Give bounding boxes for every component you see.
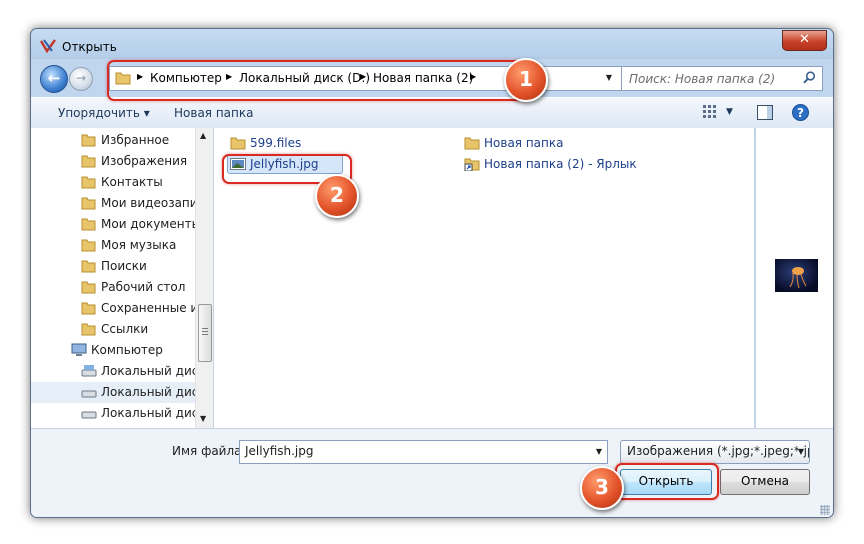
filetype-dropdown-icon[interactable]: ▼ — [797, 447, 804, 456]
back-button[interactable]: ← — [40, 65, 68, 93]
organize-button[interactable]: Упорядочить ▾ — [58, 106, 150, 120]
nav-item-favorites[interactable]: Избранное — [31, 130, 199, 151]
nav-item-pictures[interactable]: Изображения — [31, 151, 199, 172]
resize-grip[interactable] — [820, 505, 830, 515]
nav-item-desktop[interactable]: Рабочий стол — [31, 277, 199, 298]
scroll-down-icon[interactable]: ▼ — [200, 414, 206, 423]
nav-item-links[interactable]: Ссылки — [31, 319, 199, 340]
search-box[interactable]: Поиск: Новая папка (2) — [621, 66, 823, 91]
filename-dropdown-icon[interactable]: ▼ — [596, 447, 602, 456]
nav-item-drive-c[interactable]: Локальный диск (C:) — [31, 361, 199, 382]
music-folder-icon — [81, 239, 96, 252]
view-grid-icon[interactable] — [703, 105, 717, 119]
nav-item-drive-e[interactable]: Локальный диск (E:) — [31, 403, 199, 424]
drive-icon — [81, 365, 97, 377]
help-icon[interactable]: ? — [792, 104, 809, 121]
navigation-pane: Избранное Изображения Контакты Мои видео… — [31, 128, 211, 428]
nav-scrollbar[interactable]: ▲ ▼ — [195, 128, 213, 428]
step-badge-3: 3 — [580, 466, 624, 510]
filename-label: Имя файла: — [172, 444, 246, 458]
nav-item-videos[interactable]: Мои видеозаписи — [31, 193, 199, 214]
filetype-select[interactable]: Изображения (*.jpg;*.jpeg;*.jpg ▼ — [620, 440, 810, 464]
window-title: Открыть — [62, 40, 117, 54]
open-file-dialog: Открыть ✕ ← → ▶ Компьютер ▶ Локальный ди… — [30, 28, 834, 518]
app-icon — [40, 39, 56, 53]
favorites-folder-icon — [81, 134, 96, 147]
nav-item-computer[interactable]: Компьютер — [31, 340, 199, 361]
drive-icon — [81, 411, 97, 419]
nav-item-searches[interactable]: Поиски — [31, 256, 199, 277]
title-bar[interactable]: Открыть ✕ — [31, 29, 833, 59]
documents-folder-icon — [81, 218, 96, 231]
saved-games-folder-icon — [81, 302, 96, 315]
step-badge-1: 1 — [504, 58, 548, 102]
svg-text:?: ? — [797, 106, 804, 120]
drive-icon — [81, 390, 97, 398]
search-input[interactable]: Поиск: Новая папка (2) — [629, 72, 775, 86]
address-dropdown-icon[interactable]: ▼ — [606, 73, 612, 82]
filename-input[interactable]: Jellyfish.jpg — [245, 444, 314, 458]
desktop-folder-icon — [81, 281, 96, 294]
searches-folder-icon — [81, 260, 96, 273]
nav-item-drive-d[interactable]: Локальный диск (D:) — [31, 382, 199, 403]
shortcut-icon — [464, 158, 480, 171]
command-toolbar: Упорядочить ▾ Новая папка ▼ ? — [31, 97, 833, 129]
scrollbar-thumb[interactable] — [198, 304, 212, 362]
links-folder-icon — [81, 323, 96, 336]
view-dropdown-icon[interactable]: ▼ — [726, 107, 733, 117]
videos-folder-icon — [81, 197, 96, 210]
scroll-up-icon[interactable]: ▲ — [200, 131, 206, 140]
forward-button[interactable]: → — [69, 67, 93, 91]
jellyfish-thumbnail — [775, 259, 818, 292]
step-badge-2: 2 — [315, 174, 359, 218]
filename-combobox[interactable]: Jellyfish.jpg ▼ — [239, 440, 608, 464]
computer-icon — [71, 343, 87, 356]
search-icon[interactable] — [803, 71, 816, 84]
contacts-folder-icon — [81, 176, 96, 189]
preview-pane-icon[interactable] — [757, 105, 773, 120]
filetype-value: Изображения (*.jpg;*.jpeg;*.jpg — [627, 444, 810, 458]
new-folder-button[interactable]: Новая папка — [174, 106, 253, 120]
nav-item-saved-games[interactable]: Сохраненные игры — [31, 298, 199, 319]
cancel-button[interactable]: Отмена — [720, 469, 810, 495]
close-button[interactable]: ✕ — [782, 30, 827, 51]
file-item-new-folder-2-shortcut[interactable]: Новая папка (2) - Ярлык — [462, 155, 662, 173]
folder-icon — [464, 137, 480, 150]
address-highlight — [107, 60, 531, 101]
nav-item-documents[interactable]: Мои документы — [31, 214, 199, 235]
file-item-new-folder[interactable]: Новая папка — [462, 134, 602, 152]
nav-item-contacts[interactable]: Контакты — [31, 172, 199, 193]
folder-icon — [230, 137, 246, 150]
nav-item-music[interactable]: Моя музыка — [31, 235, 199, 256]
pictures-folder-icon — [81, 155, 96, 168]
file-item-599-files[interactable]: 599.files — [228, 134, 328, 152]
open-button-highlight — [615, 463, 719, 500]
preview-pane — [755, 128, 833, 428]
